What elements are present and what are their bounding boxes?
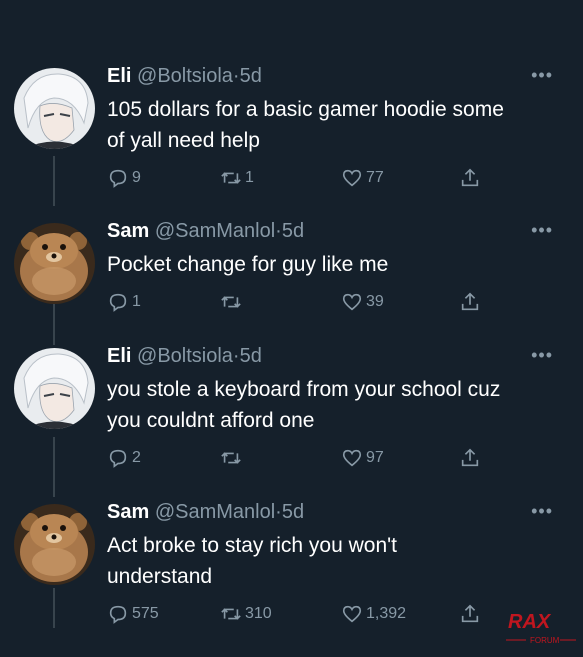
display-name[interactable]: Sam: [107, 220, 149, 242]
heart-icon: [342, 449, 362, 467]
retweet-icon: [221, 172, 241, 184]
thread-line: [53, 303, 55, 345]
separator-dot: ·: [275, 501, 282, 523]
tweet-actions: 2 97: [107, 446, 487, 470]
like-count: 97: [366, 449, 384, 466]
tweet-header: Eli @Boltsiola·5d: [107, 64, 262, 88]
anime-avatar-icon: [14, 348, 95, 429]
tweet-header: Sam @SamManlol·5d: [107, 500, 304, 524]
like-count: 39: [366, 293, 384, 310]
timestamp[interactable]: 5d: [282, 220, 304, 242]
share-icon: [461, 448, 479, 467]
reply-icon: [109, 293, 127, 312]
retweet-count: 1: [245, 169, 254, 186]
retweet-button[interactable]: [220, 446, 245, 470]
watermark-main-text: RAX: [508, 611, 552, 633]
tweet-thread: Eli @Boltsiola·5d ••• 105 dollars for a …: [0, 0, 583, 657]
reply-icon: [109, 449, 127, 468]
username[interactable]: @SamManlol: [155, 501, 275, 523]
avatar[interactable]: [14, 504, 95, 585]
timestamp[interactable]: 5d: [240, 65, 262, 87]
more-options-icon[interactable]: •••: [531, 346, 553, 364]
anime-avatar-icon: [14, 68, 95, 149]
avatar[interactable]: [14, 223, 95, 304]
reply-icon: [109, 605, 127, 624]
reply-button[interactable]: 1: [107, 290, 141, 314]
retweet-button[interactable]: 1: [220, 166, 254, 190]
more-options-icon[interactable]: •••: [531, 221, 553, 239]
username[interactable]: @SamManlol: [155, 220, 275, 242]
reply-button[interactable]: 575: [107, 602, 159, 626]
tweet-actions: 575 310 1,392: [107, 602, 487, 626]
reply-count: 1: [132, 293, 141, 310]
tweet-actions: 1 39: [107, 290, 487, 314]
timestamp[interactable]: 5d: [282, 501, 304, 523]
like-button[interactable]: 77: [341, 166, 384, 190]
rax-forum-watermark-logo: RAX FORUM: [473, 594, 576, 646]
like-button[interactable]: 39: [341, 290, 384, 314]
tweet-text-line: you stole a keyboard from your school cu…: [107, 378, 501, 401]
display-name[interactable]: Eli: [107, 65, 131, 87]
tweet-header: Sam @SamManlol·5d: [107, 219, 304, 243]
heart-icon: [342, 293, 362, 311]
thread-line: [53, 437, 55, 497]
separator-dot: ·: [232, 345, 240, 367]
reply-count: 2: [132, 449, 141, 466]
like-count: 77: [366, 169, 384, 186]
tweet-actions: 9 1 77: [107, 166, 487, 190]
more-options-icon[interactable]: •••: [531, 66, 553, 84]
retweet-icon: [221, 608, 241, 620]
bear-avatar-icon: [14, 504, 95, 585]
display-name[interactable]: Eli: [107, 345, 131, 367]
tweet-header: Eli @Boltsiola·5d: [107, 344, 262, 368]
share-button[interactable]: [459, 166, 481, 190]
display-name[interactable]: Sam: [107, 501, 149, 523]
share-icon: [461, 168, 479, 187]
reply-count: 575: [132, 605, 159, 622]
tweet-text-line: Act broke to stay rich you won't: [107, 534, 397, 557]
share-button[interactable]: [459, 446, 481, 470]
username[interactable]: @Boltsiola: [137, 65, 233, 87]
watermark-sub-text: FORUM: [530, 636, 560, 645]
tweet-text-line: Pocket change for guy like me: [107, 253, 389, 276]
share-icon: [461, 292, 479, 311]
tweet-text: you stole a keyboard from your school cu…: [107, 374, 567, 436]
thread-line: [53, 588, 55, 628]
avatar[interactable]: [14, 68, 95, 149]
heart-icon: [342, 605, 362, 623]
username[interactable]: @Boltsiola: [137, 345, 233, 367]
like-button[interactable]: 97: [341, 446, 384, 470]
more-options-icon[interactable]: •••: [531, 502, 553, 520]
retweet-button[interactable]: 310: [220, 602, 272, 626]
like-count: 1,392: [366, 605, 407, 622]
separator-dot: ·: [232, 65, 240, 87]
thread-line: [53, 156, 55, 206]
tweet-text-line: understand: [107, 565, 213, 588]
heart-icon: [342, 169, 362, 187]
retweet-button[interactable]: [220, 290, 245, 314]
retweet-icon: [221, 296, 241, 308]
tweet-text-line: of yall need help: [107, 129, 260, 152]
retweet-icon: [221, 452, 241, 464]
separator-dot: ·: [275, 220, 282, 242]
tweet-text-line: 105 dollars for a basic gamer hoodie som…: [107, 98, 504, 121]
tweet-text: Act broke to stay rich you won't underst…: [107, 530, 567, 592]
retweet-count: 310: [245, 605, 272, 622]
avatar[interactable]: [14, 348, 95, 429]
like-button[interactable]: 1,392: [341, 602, 406, 626]
tweet-text: Pocket change for guy like me: [107, 249, 567, 280]
reply-button[interactable]: 9: [107, 166, 141, 190]
reply-button[interactable]: 2: [107, 446, 141, 470]
tweet-text-line: you couldnt afford one: [107, 409, 315, 432]
bear-avatar-icon: [14, 223, 95, 304]
reply-count: 9: [132, 169, 141, 186]
timestamp[interactable]: 5d: [240, 345, 262, 367]
tweet-text: 105 dollars for a basic gamer hoodie som…: [107, 94, 567, 156]
share-button[interactable]: [459, 290, 481, 314]
reply-icon: [109, 169, 127, 188]
